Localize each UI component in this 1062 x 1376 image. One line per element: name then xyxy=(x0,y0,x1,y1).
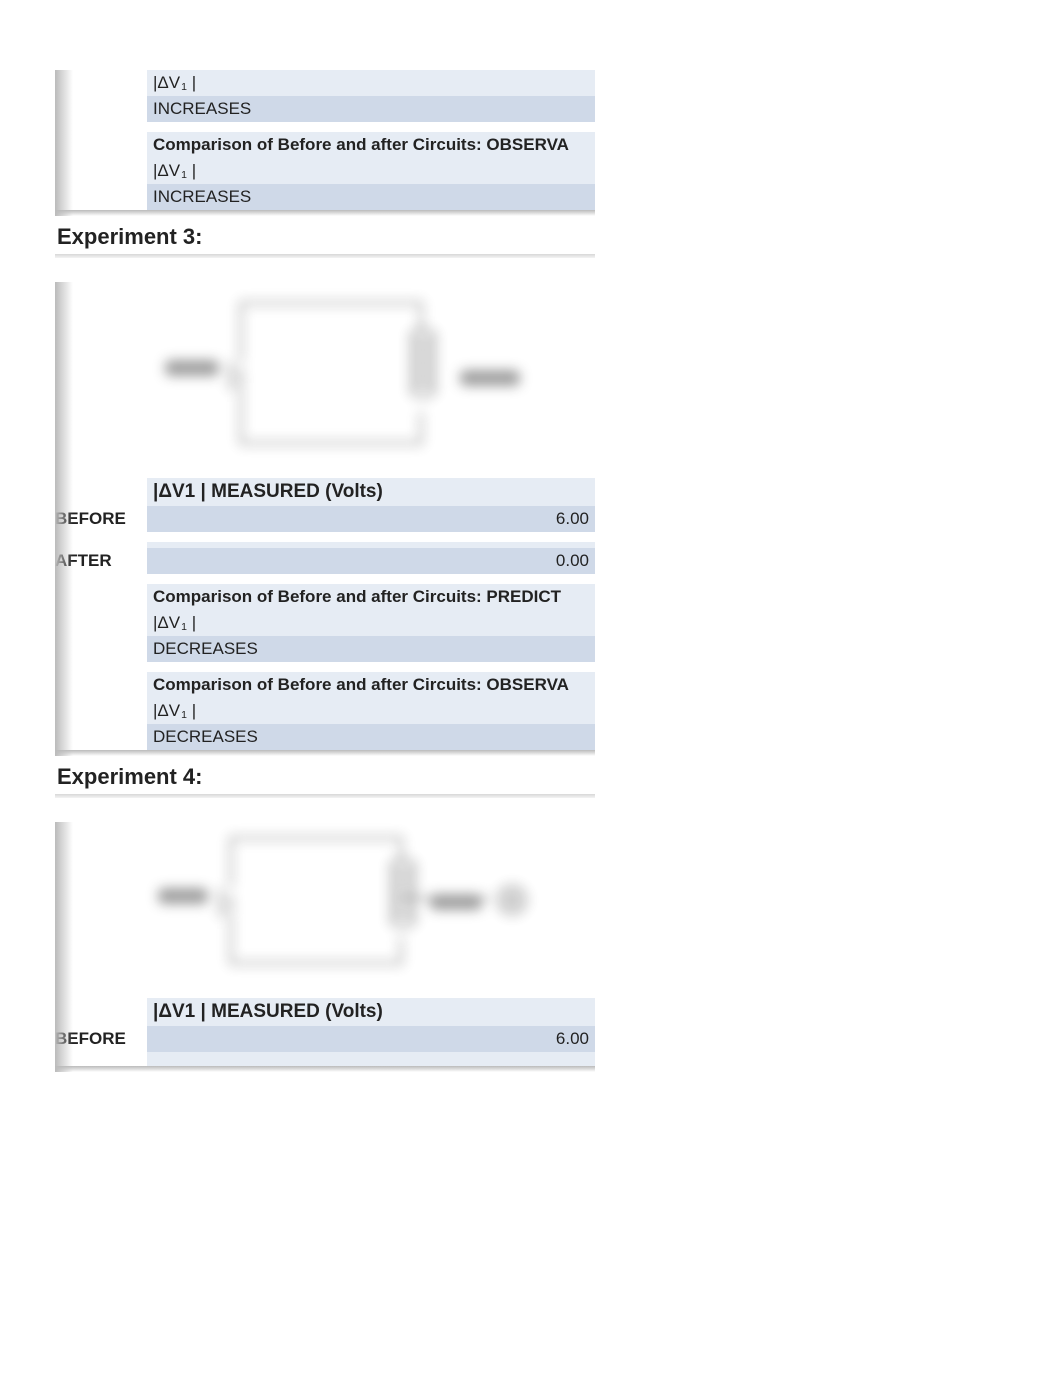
measured-header-exp4: |ΔV1 | MEASURED (Volts) xyxy=(153,1001,383,1022)
before-value-exp4: 6.00 xyxy=(147,1026,595,1052)
predict-value-top: INCREASES xyxy=(147,96,595,122)
observa-dv-exp3: |ΔV1 | xyxy=(153,701,196,720)
predict-value-exp3: DECREASES xyxy=(147,636,595,662)
experiment-3-block: |ΔV1 | MEASURED (Volts) BEFORE 6.00 AFTE… xyxy=(55,282,595,756)
observa-title-exp3: Comparison of Before and after Circuits:… xyxy=(147,672,595,698)
after-value-exp3: 0.00 xyxy=(147,548,595,574)
experiment-3-title: Experiment 3: xyxy=(55,216,595,254)
observa-value-exp3: DECREASES xyxy=(147,724,595,750)
predict-title-exp3: Comparison of Before and after Circuits:… xyxy=(147,584,595,610)
observa-title-top: Comparison of Before and after Circuits:… xyxy=(147,132,595,158)
experiment-4-title: Experiment 4: xyxy=(55,756,595,794)
circuit-diagram-exp4 xyxy=(110,822,540,982)
observa-value-top: INCREASES xyxy=(147,184,595,210)
dv-header-top2: |ΔV1 | xyxy=(153,161,196,180)
measured-header-exp3: |ΔV1 | MEASURED (Volts) xyxy=(153,481,383,502)
experiment-4-block: |ΔV1 | MEASURED (Volts) BEFORE 6.00 xyxy=(55,822,595,1072)
top-partial-block: |ΔV1 | INCREASES Comparison of Before an… xyxy=(55,70,595,216)
before-value-exp3: 6.00 xyxy=(147,506,595,532)
circuit-diagram-exp3 xyxy=(110,282,540,462)
predict-dv-exp3: |ΔV1 | xyxy=(153,613,196,632)
dv-header-top: |ΔV1 | xyxy=(153,73,196,92)
